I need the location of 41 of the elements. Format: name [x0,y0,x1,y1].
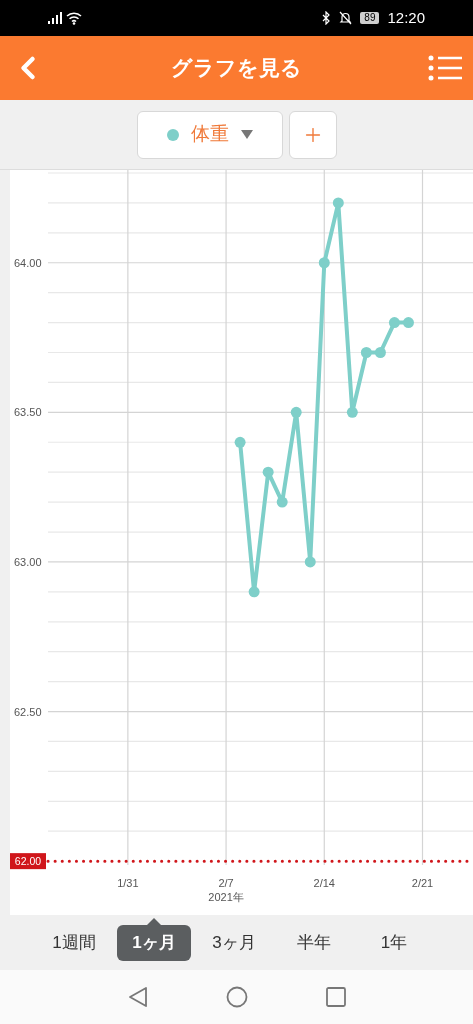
pointer-icon [147,917,161,925]
x-tick-label: 2/14 [313,877,335,889]
year-label: 2021年 [208,891,244,903]
clock-time: 12:20 [387,7,425,28]
y-tick-label: 63.50 [14,406,42,419]
page-title: グラフを見る [171,55,302,82]
data-point [332,197,344,209]
period-tab[interactable]: 3ヶ月 [194,924,274,961]
data-point [262,466,274,478]
target-label: 62.00 [10,853,46,870]
data-point [248,586,260,598]
y-tick-label: 62.50 [14,705,42,718]
bell-off-icon [339,11,353,25]
recents-nav-icon[interactable] [325,987,346,1007]
y-tick-label: 64.00 [14,256,42,269]
data-point [388,317,400,329]
x-tick-label: 2/7 [218,877,234,889]
signal-icon [48,12,62,24]
data-point [290,406,302,418]
bluetooth-icon [322,11,332,25]
period-tab[interactable]: 半年 [274,924,354,961]
period-tab[interactable]: 1週間 [34,924,114,961]
data-point [276,496,288,508]
x-tick-label: 1/31 [117,877,139,889]
ref-line-label: 62.00 [14,855,42,868]
caret-icon [240,130,253,139]
y-tick-label: 63.00 [14,555,42,568]
data-point [374,347,386,358]
data-point [402,317,414,329]
data-point [304,556,316,568]
battery-level: 89 [360,12,380,24]
data-point [234,436,246,448]
home-nav-icon[interactable] [225,986,248,1008]
back-nav-icon[interactable] [127,986,148,1008]
data-point [318,257,330,269]
data-point [360,347,372,358]
x-tick-label: 2/21 [411,877,434,889]
list-icon [428,55,462,81]
wifi-icon [66,11,82,25]
data-point [346,406,358,418]
period-tab[interactable]: 1年 [354,924,434,961]
